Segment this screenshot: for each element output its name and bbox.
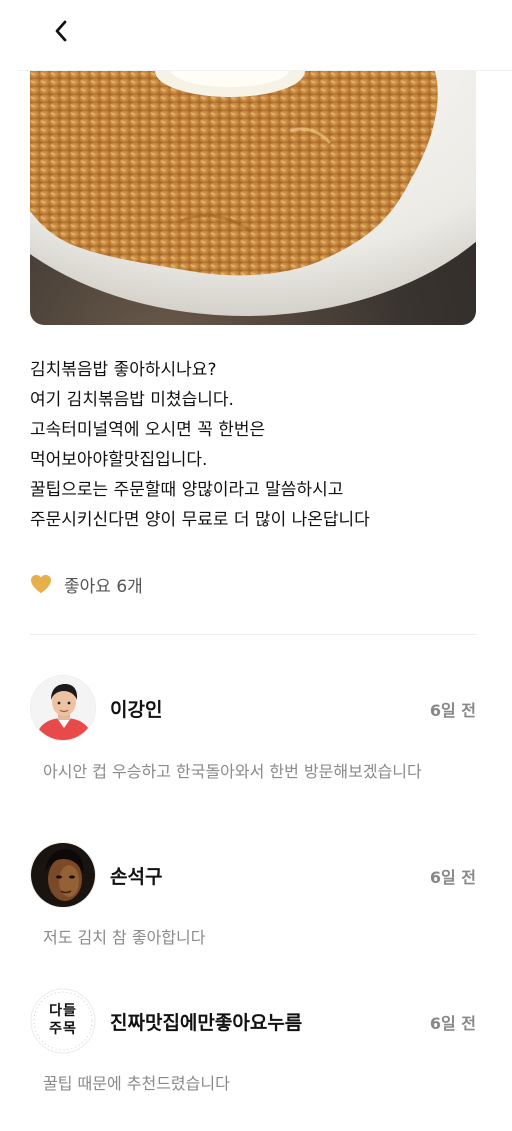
header-divider [18,70,512,71]
post-text: 김치볶음밥 좋아하시나요? 여기 김치볶음밥 미쳤습니다. 고속터미널역에 오시… [30,355,480,535]
heart-icon [31,574,51,594]
top-bar [0,0,512,70]
comment-author[interactable]: 이강인 [110,695,162,722]
comment-item: 다들 주목 진짜맛집에만좋아요누름 6일 전 꿀팁 때문에 추천드렸습니다 [30,988,476,1098]
post-line: 주문시키신다면 양이 무료로 더 많이 나온답니다 [30,510,370,530]
back-button[interactable] [48,18,74,44]
comment-item: 손석구 6일 전 저도 김치 참 좋아합니다 [30,842,476,952]
avatar[interactable] [30,675,96,741]
post-line: 여기 김치볶음밥 미쳤습니다. [30,390,234,410]
comment-text: 아시안 컵 우승하고 한국돌아와서 한번 방문해보겠습니다 [43,762,422,781]
section-divider [30,634,476,635]
avatar-lettering: 다들 주목 [49,1003,77,1037]
comment-time: 6일 전 [429,701,476,720]
chevron-left-icon [55,20,67,42]
like-button[interactable]: 좋아요 6개 [30,571,143,597]
comment-author[interactable]: 손석구 [110,862,162,889]
post-line: 김치볶음밥 좋아하시나요? [30,360,217,380]
comment-author[interactable]: 진짜맛집에만좋아요누름 [110,1008,302,1035]
post-line: 고속터미널역에 오시면 꼭 한번은 [30,420,266,440]
avatar[interactable] [30,842,96,908]
likes-count: 좋아요 6개 [64,576,143,597]
comment-time: 6일 전 [429,868,476,887]
post-line: 꿀팁으로는 주문할때 양많이라고 말씀하시고 [30,480,344,500]
comment-time: 6일 전 [429,1014,476,1033]
avatar[interactable]: 다들 주목 [30,988,96,1054]
comment-text: 저도 김치 참 좋아합니다 [43,928,206,947]
comment-text: 꿀팁 때문에 추천드렸습니다 [43,1074,230,1093]
comment-item: 이강인 6일 전 아시안 컵 우승하고 한국돌아와서 한번 방문해보겠습니다 [30,675,476,805]
post-photo [30,71,476,325]
post-line: 먹어보아야할맛집입니다. [30,450,208,470]
